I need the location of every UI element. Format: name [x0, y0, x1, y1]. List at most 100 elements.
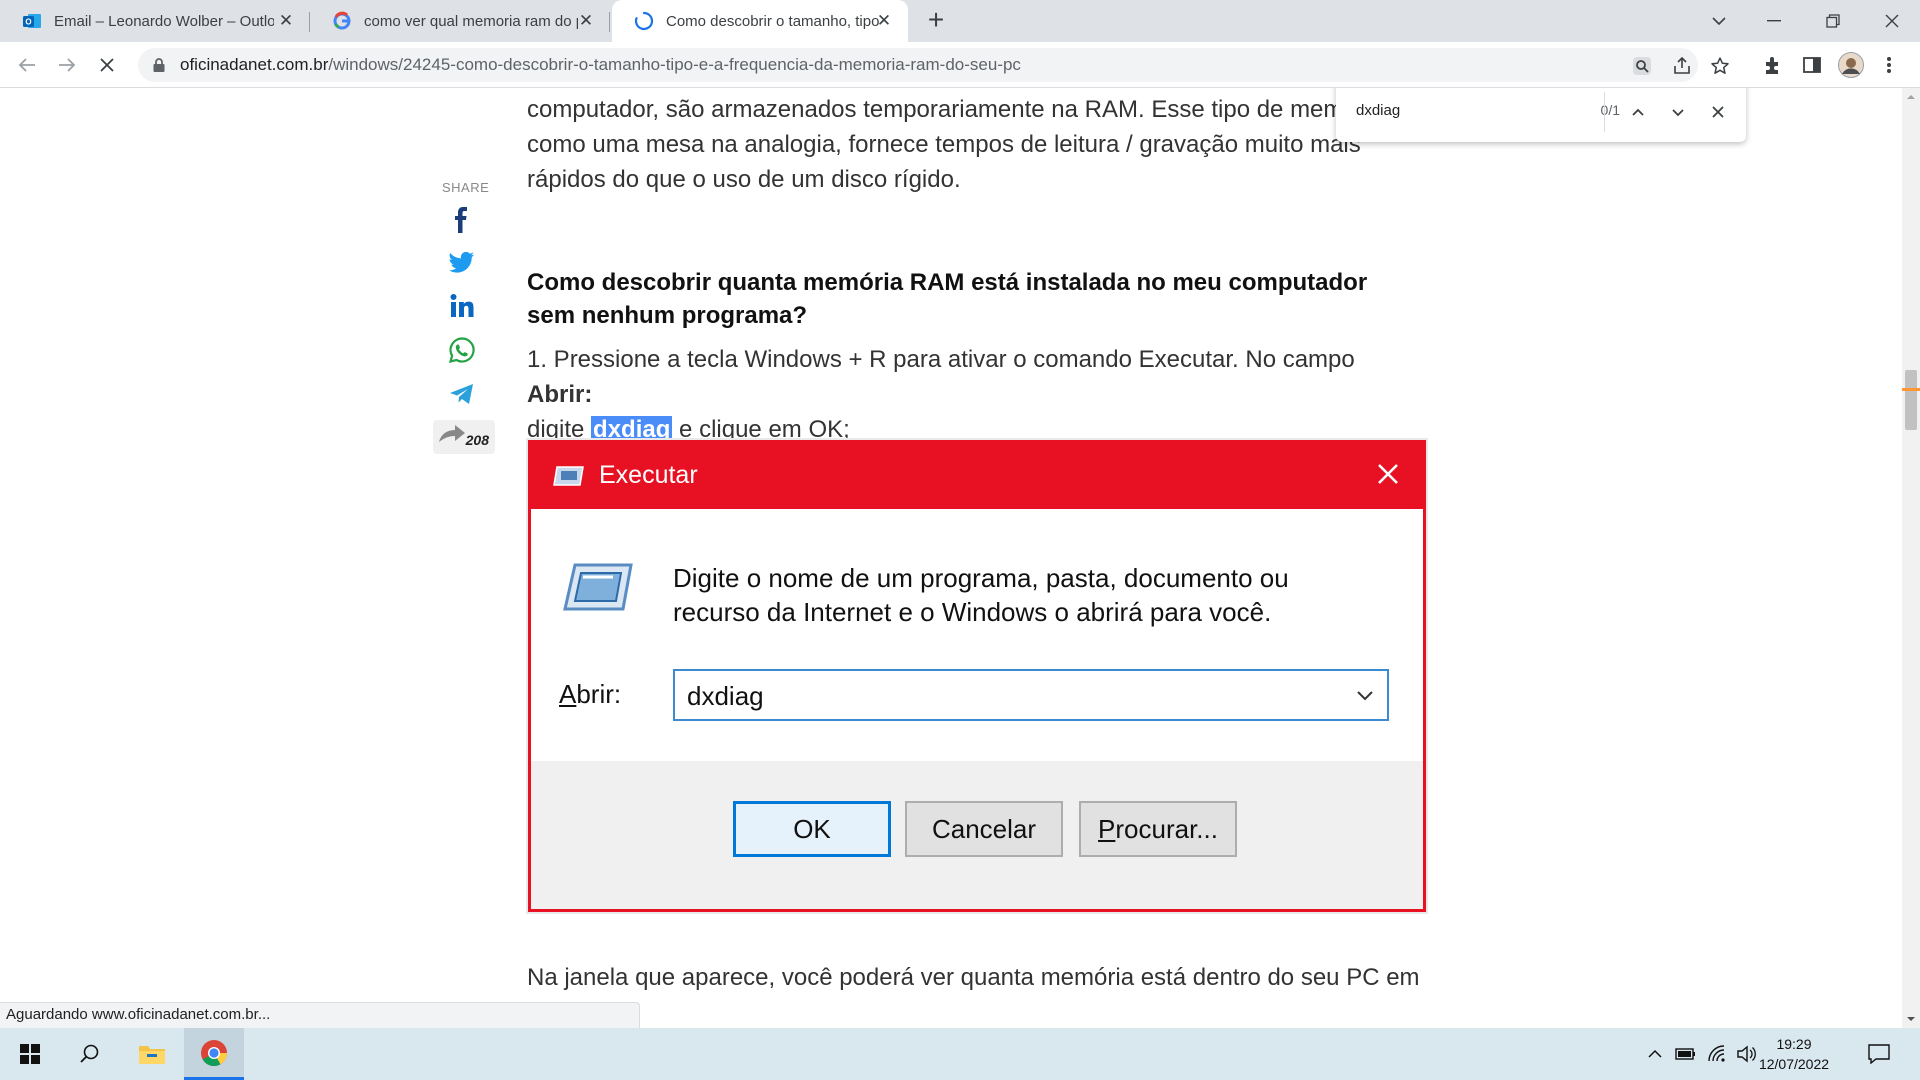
- find-match-count: 0/1: [1600, 102, 1620, 118]
- page-content: computador, são armazenados temporariame…: [0, 88, 1902, 1028]
- windows-logo-icon: [20, 1044, 40, 1064]
- chrome-icon: [201, 1039, 228, 1066]
- arrow-right-icon: [59, 58, 76, 72]
- back-button[interactable]: [12, 50, 42, 80]
- telegram-icon[interactable]: [448, 380, 476, 408]
- find-close-icon[interactable]: [1706, 100, 1730, 124]
- find-next-icon[interactable]: [1666, 100, 1690, 124]
- tab-oficinadanet[interactable]: Como descobrir o tamanho, tipo e a frequ…: [612, 0, 908, 42]
- notifications-icon[interactable]: [1868, 1044, 1890, 1064]
- tab-title: como ver qual memoria ram do pc - Pesqui…: [364, 12, 578, 30]
- bookmark-star-icon[interactable]: [1710, 56, 1730, 76]
- find-previous-icon[interactable]: [1626, 100, 1650, 124]
- run-program-icon: [563, 563, 633, 611]
- run-dialog-image: Executar Digite o nome de um programa, p…: [528, 440, 1426, 912]
- new-tab-button[interactable]: +: [922, 6, 950, 35]
- extensions-puzzle-icon[interactable]: [1762, 54, 1784, 76]
- windows-taskbar: 19:29 12/07/2022: [0, 1028, 1920, 1080]
- scroll-up-icon[interactable]: [1906, 92, 1916, 102]
- minimize-icon: [1767, 20, 1781, 22]
- find-divider: [1604, 92, 1605, 132]
- share-count[interactable]: 208: [433, 420, 495, 454]
- whatsapp-icon[interactable]: [448, 336, 476, 364]
- close-tab-icon[interactable]: ✕: [576, 11, 596, 31]
- wifi-icon[interactable]: [1707, 1044, 1727, 1064]
- step-bold-label: Abrir:: [527, 381, 593, 408]
- forward-button[interactable]: [52, 50, 82, 80]
- section-heading: Como descobrir quanta memória RAM está i…: [527, 269, 1368, 329]
- profile-avatar[interactable]: [1838, 52, 1864, 78]
- tab-outlook[interactable]: O Email – Leonardo Wolber – Outlook ✕: [0, 0, 310, 42]
- folder-icon: [139, 1046, 165, 1064]
- find-match-marker: [1902, 388, 1920, 391]
- run-open-combobox: dxdiag: [673, 669, 1389, 721]
- close-window-button[interactable]: [1872, 0, 1912, 42]
- run-cancel-button: Cancelar: [905, 801, 1063, 857]
- lock-icon: [153, 58, 165, 72]
- battery-icon[interactable]: [1675, 1044, 1697, 1064]
- share-icon[interactable]: [1672, 56, 1692, 76]
- side-panel-icon[interactable]: [1801, 54, 1823, 76]
- browser-toolbar: oficinadanet.com.br/windows/24245-como-d…: [0, 42, 1920, 88]
- minimize-button[interactable]: [1754, 0, 1794, 42]
- url-text: oficinadanet.com.br/windows/24245-como-d…: [180, 55, 1021, 75]
- run-browse-button: Procurar...: [1079, 801, 1237, 857]
- more-menu-icon[interactable]: [1884, 54, 1894, 76]
- run-browse-text: rocurar...: [1115, 813, 1218, 844]
- vertical-scrollbar[interactable]: [1902, 88, 1920, 1028]
- paragraph-line: Memória: [527, 995, 1417, 1028]
- paragraph-line: computador, são armazenados temporariame…: [527, 96, 1391, 123]
- scroll-down-icon[interactable]: [1906, 1014, 1916, 1024]
- status-bubble: Aguardando www.oficinadanet.com.br...: [0, 1002, 640, 1028]
- taskbar-file-explorer[interactable]: [122, 1028, 182, 1080]
- run-ok-button: OK: [733, 801, 891, 857]
- tab-title: Email – Leonardo Wolber – Outlook: [54, 12, 274, 30]
- url-path: /windows/24245-como-descobrir-o-tamanho-…: [328, 55, 1021, 74]
- run-dialog-titlebar: Executar: [531, 443, 1423, 509]
- find-highlight: dxdiag: [591, 416, 673, 443]
- svg-text:O: O: [25, 18, 31, 27]
- run-open-label: Abrir:: [559, 679, 621, 710]
- run-browse-mnemonic: P: [1098, 813, 1116, 844]
- facebook-icon[interactable]: [448, 206, 476, 234]
- run-message-line: Digite o nome de um programa, pasta, doc…: [673, 563, 1289, 593]
- clock-time: 19:29: [1776, 1036, 1812, 1052]
- restore-button[interactable]: [1813, 0, 1853, 42]
- step-text: digite: [527, 416, 592, 443]
- find-input[interactable]: dxdiag: [1356, 102, 1400, 119]
- taskbar-chrome[interactable]: [184, 1028, 244, 1080]
- paragraph-line: rápidos do que o uso de um disco rígido.: [527, 166, 961, 193]
- run-window-icon: [553, 466, 584, 486]
- taskbar-clock[interactable]: 19:29 12/07/2022: [1746, 1034, 1842, 1074]
- stop-x-icon: [100, 58, 114, 72]
- run-open-label-text: brir:: [576, 679, 622, 709]
- scroll-thumb[interactable]: [1905, 370, 1917, 430]
- paragraph-line: como uma mesa na analogia, fornece tempo…: [527, 131, 1361, 158]
- run-open-label-mnemonic: A: [559, 679, 577, 709]
- url-host: oficinadanet.com.br: [180, 55, 329, 74]
- run-message-line: recurso da Internet e o Windows o abrirá…: [673, 597, 1272, 627]
- twitter-icon[interactable]: [448, 248, 476, 276]
- close-tab-icon[interactable]: ✕: [276, 11, 296, 31]
- tab-strip: O Email – Leonardo Wolber – Outlook ✕ co…: [0, 0, 1920, 42]
- step-text: 1. Pressione a tecla Windows + R para at…: [527, 346, 1355, 373]
- address-bar[interactable]: oficinadanet.com.br/windows/24245-como-d…: [138, 48, 1729, 82]
- tab-google-search[interactable]: como ver qual memoria ram do pc - Pesqui…: [310, 0, 610, 42]
- run-open-value: dxdiag: [687, 681, 764, 711]
- tab-title: Como descobrir o tamanho, tipo e a frequ…: [666, 12, 880, 30]
- zoom-lens-icon[interactable]: [1632, 56, 1652, 76]
- google-icon: [333, 11, 351, 30]
- step-paragraph: 1. Pressione a tecla Windows + R para at…: [527, 342, 1417, 447]
- share-count-number: 208: [465, 432, 489, 448]
- restore-icon: [1826, 14, 1840, 28]
- paragraph-line: Na janela que aparece, você poderá ver q…: [527, 964, 1420, 991]
- show-hidden-icons-chevron-icon[interactable]: [1645, 1044, 1665, 1064]
- linkedin-icon[interactable]: [448, 292, 476, 320]
- close-icon: [1885, 14, 1899, 28]
- share-label: SHARE: [442, 180, 490, 195]
- taskbar-search-button[interactable]: [60, 1028, 120, 1080]
- close-tab-icon[interactable]: ✕: [874, 11, 894, 31]
- start-button[interactable]: [0, 1028, 60, 1080]
- tab-search-button[interactable]: [1699, 0, 1739, 42]
- stop-button[interactable]: [92, 50, 122, 80]
